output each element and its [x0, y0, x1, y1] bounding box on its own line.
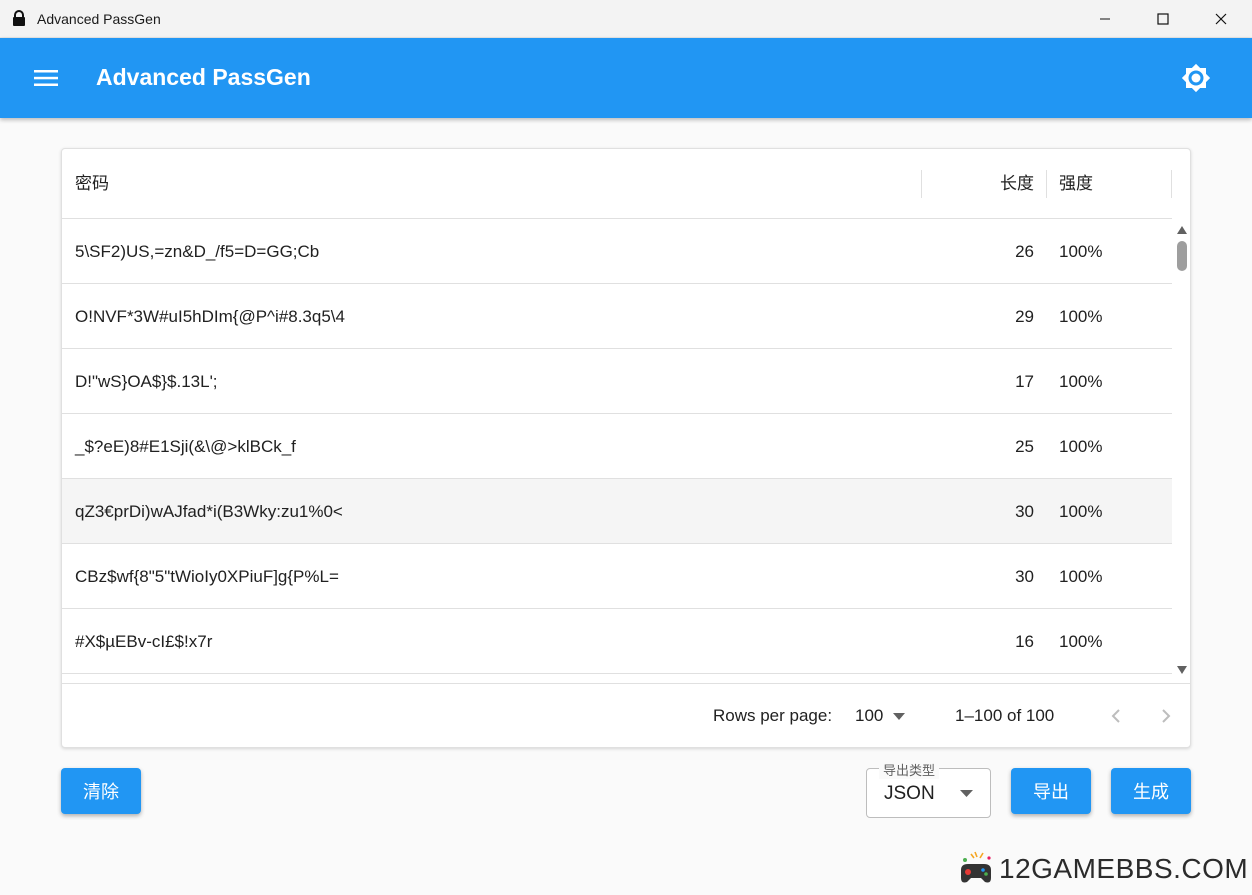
hamburger-menu-icon [34, 70, 58, 86]
cell-length: 26 [1015, 242, 1034, 261]
table-row[interactable]: 5\SF2)US,=zn&D_/f5=D=GG;Cb 26 100% [62, 219, 1172, 284]
chevron-down-icon [893, 712, 906, 720]
cell-strength: 100% [1059, 437, 1103, 456]
cell-length: 16 [1015, 632, 1034, 651]
gamepad-logo-icon [961, 851, 991, 883]
pagination-range: 1–100 of 100 [955, 706, 1055, 725]
cell-length: 17 [1015, 372, 1034, 391]
table-row[interactable]: _$?eE)8#E1Sji(&\@>klBCk_f 25 100% [62, 414, 1172, 479]
rows-per-page-select[interactable]: 100 [855, 706, 906, 726]
table-row[interactable]: D!"wS}OA$}$.13L'; 17 100% [62, 349, 1172, 414]
minimize-icon [1100, 18, 1110, 20]
next-page-icon[interactable] [1154, 704, 1178, 728]
vertical-scrollbar[interactable] [1172, 219, 1190, 683]
theme-settings-button[interactable] [1176, 58, 1216, 98]
cell-strength: 100% [1059, 307, 1103, 326]
scroll-down-arrow-icon[interactable] [1176, 665, 1188, 675]
cell-password: 5\SF2)US,=zn&D_/f5=D=GG;Cb [75, 242, 320, 261]
table-row[interactable]: CBz$wf{8"5"tWioIy0XPiuF]g{P%L= 30 100% [62, 544, 1172, 609]
export-button[interactable]: 导出 [1011, 768, 1091, 814]
chevron-down-icon [960, 790, 973, 797]
table-body: 5\SF2)US,=zn&D_/f5=D=GG;Cb 26 100% O!NVF… [62, 219, 1172, 683]
cell-strength: 100% [1059, 502, 1103, 521]
table-pagination: Rows per page: 100 1–100 of 100 [62, 683, 1190, 747]
table-header: 密码 长度 强度 [62, 149, 1172, 219]
minimize-button[interactable] [1076, 0, 1134, 38]
maximize-icon [1157, 13, 1169, 25]
clear-button[interactable]: 清除 [61, 768, 141, 814]
scroll-up-arrow-icon[interactable] [1176, 225, 1188, 235]
window-title: Advanced PassGen [37, 11, 161, 27]
rows-per-page-label: Rows per page: [713, 706, 833, 725]
watermark-text: 12GAMEBBS.COM [999, 853, 1249, 884]
cell-strength: 100% [1059, 372, 1103, 391]
table-row[interactable]: qZ3€prDi)wAJfad*i(B3Wky:zu1%0< 30 100% [62, 479, 1172, 544]
app-bar: Advanced PassGen [0, 38, 1252, 118]
maximize-button[interactable] [1134, 0, 1192, 38]
cell-length: 25 [1015, 437, 1034, 456]
header-strength[interactable]: 强度 [1059, 149, 1093, 219]
close-icon [1215, 13, 1227, 25]
previous-page-icon[interactable] [1104, 704, 1128, 728]
password-table: 密码 长度 强度 5\SF2)US,=zn&D_/f5=D=GG;Cb 26 1… [61, 148, 1191, 748]
cell-length: 29 [1015, 307, 1034, 326]
header-password[interactable]: 密码 [75, 149, 109, 219]
cell-password: D!"wS}OA$}$.13L'; [75, 372, 218, 391]
cell-strength: 100% [1059, 567, 1103, 586]
close-button[interactable] [1192, 0, 1250, 38]
generate-button[interactable]: 生成 [1111, 768, 1191, 814]
column-separator[interactable] [1171, 170, 1172, 198]
cell-strength: 100% [1059, 242, 1103, 261]
cell-password: _$?eE)8#E1Sji(&\@>klBCk_f [75, 437, 296, 456]
watermark: 12GAMEBBS.COM [955, 845, 1248, 893]
cell-password: qZ3€prDi)wAJfad*i(B3Wky:zu1%0< [75, 502, 343, 521]
lock-icon [13, 10, 25, 26]
cell-password: O!NVF*3W#uI5hDIm{@P^i#8.3q5\4 [75, 307, 345, 326]
column-separator[interactable] [921, 170, 922, 198]
column-separator[interactable] [1046, 170, 1047, 198]
cell-strength: 100% [1059, 632, 1103, 651]
cell-length: 30 [1015, 567, 1034, 586]
table-row[interactable]: #X$µEBv-cI£$!x7r 16 100% [62, 609, 1172, 674]
export-type-value: JSON [884, 783, 935, 804]
rows-per-page-value: 100 [855, 706, 884, 725]
cell-password: CBz$wf{8"5"tWioIy0XPiuF]g{P%L= [75, 567, 339, 586]
export-type-select[interactable]: 导出类型 JSON [866, 760, 991, 818]
scrollbar-thumb[interactable] [1177, 241, 1187, 271]
header-length[interactable]: 长度 [962, 149, 1034, 219]
export-type-label: 导出类型 [879, 760, 940, 779]
brightness-settings-icon [1181, 63, 1211, 93]
window-titlebar: Advanced PassGen [0, 0, 1252, 38]
app-title: Advanced PassGen [96, 64, 311, 90]
cell-length: 30 [1015, 502, 1034, 521]
table-row[interactable]: O!NVF*3W#uI5hDIm{@P^i#8.3q5\4 29 100% [62, 284, 1172, 349]
cell-password: #X$µEBv-cI£$!x7r [75, 632, 213, 651]
menu-button[interactable] [26, 58, 66, 98]
